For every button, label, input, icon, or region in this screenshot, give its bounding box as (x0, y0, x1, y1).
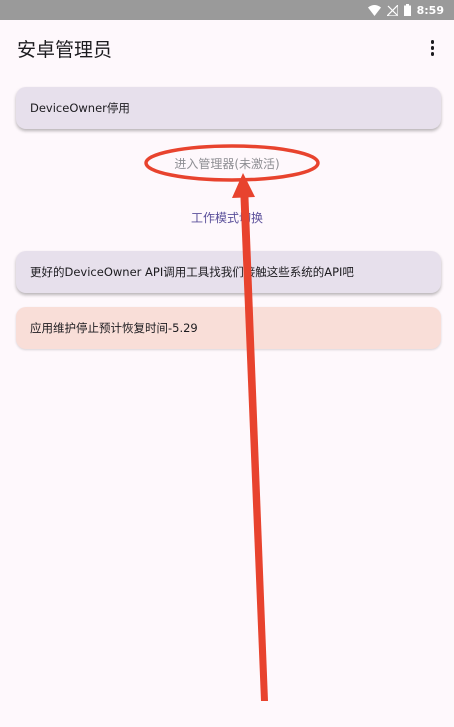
api-tool-label: 更好的DeviceOwner API调用工具找我们接触这些系统的API吧 (30, 265, 354, 279)
switch-mode-button[interactable]: 工作模式切换 (0, 209, 454, 226)
arrow-head (232, 173, 255, 198)
device-owner-card[interactable]: DeviceOwner停用 (16, 87, 441, 129)
wifi-icon (367, 4, 381, 16)
status-bar: 8:59 (0, 0, 454, 20)
api-tool-card[interactable]: 更好的DeviceOwner API调用工具找我们接触这些系统的API吧 (16, 251, 441, 293)
maintenance-notice-label: 应用维护停止预计恢复时间-5.29 (30, 321, 198, 335)
battery-icon (403, 4, 411, 16)
more-vert-icon[interactable] (425, 34, 441, 62)
device-owner-label: DeviceOwner停用 (30, 101, 130, 115)
maintenance-notice-card: 应用维护停止预计恢复时间-5.29 (16, 307, 441, 349)
enter-admin-link[interactable]: 进入管理器(未激活) (0, 155, 454, 172)
status-time: 8:59 (416, 3, 444, 17)
app-title: 安卓管理员 (17, 38, 113, 61)
app-bar: 安卓管理员 (0, 20, 454, 76)
signal-icon (386, 4, 398, 16)
